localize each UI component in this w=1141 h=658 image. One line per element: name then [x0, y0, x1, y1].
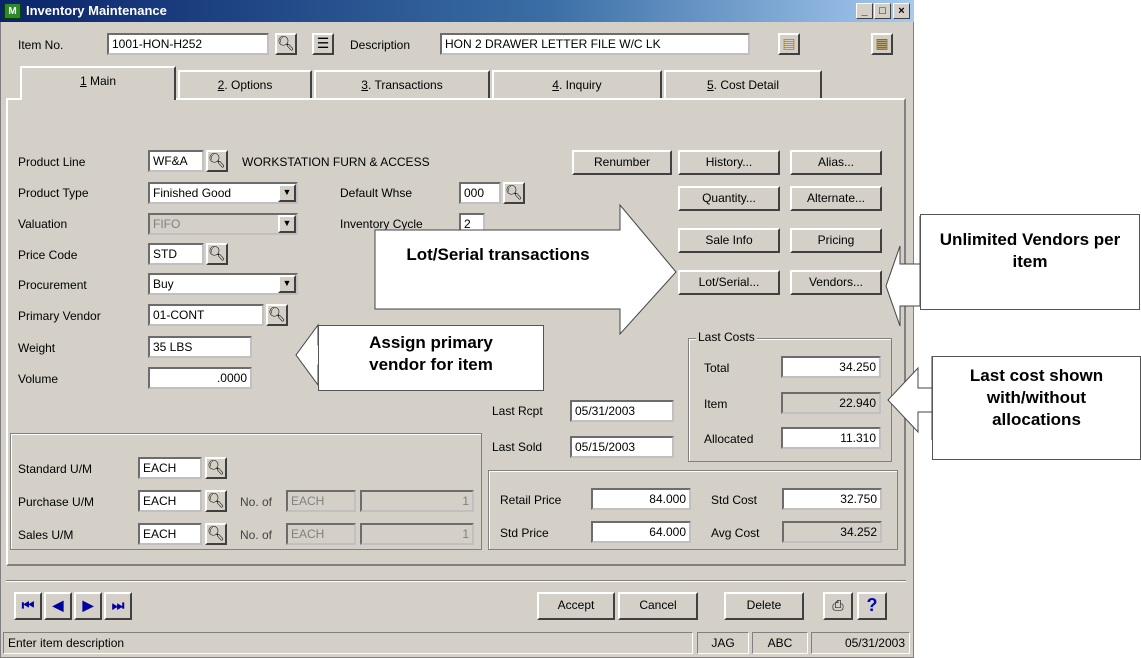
- tab-main[interactable]: 1 Main: [20, 66, 176, 100]
- lot-serial-callout: Lot/Serial transactions: [406, 245, 590, 264]
- arrow-unlimited-vendors: [885, 216, 921, 327]
- last-cost-callout: Last cost shown with/without allocations: [932, 356, 1141, 460]
- arrow-last-cost: [887, 356, 933, 440]
- unlimited-vendors-callout: Unlimited Vendors per item: [920, 214, 1140, 310]
- primary-vendor-callout: Assign primary vendor for item: [318, 325, 544, 391]
